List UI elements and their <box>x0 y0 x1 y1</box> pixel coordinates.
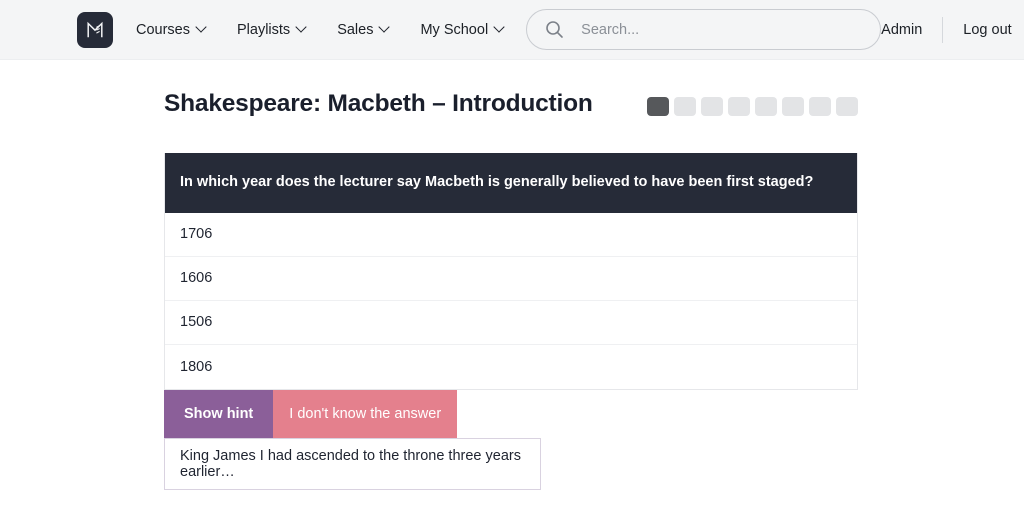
logout-link[interactable]: Log out <box>963 22 1011 38</box>
letter-m-logo-icon <box>85 20 105 40</box>
chevron-down-icon <box>380 23 389 32</box>
site-logo[interactable] <box>77 11 113 48</box>
quiz-progress-indicator <box>647 96 858 116</box>
hint-text-box: King James I had ascended to the throne … <box>164 437 541 490</box>
admin-link[interactable]: Admin <box>881 22 922 38</box>
answer-option-label: 1506 <box>180 314 213 331</box>
nav-item-my-school[interactable]: My School <box>420 14 504 46</box>
search-bar[interactable] <box>526 9 882 50</box>
page-content: Shakespeare: Macbeth – Introduction In w… <box>0 90 1024 490</box>
answer-option-label: 1706 <box>180 226 213 243</box>
search-icon <box>545 20 564 39</box>
nav-item-sales[interactable]: Sales <box>337 14 389 46</box>
answer-option[interactable]: 1806 <box>165 344 857 389</box>
nav-item-label: My School <box>420 21 489 38</box>
progress-box[interactable] <box>809 96 831 116</box>
chevron-down-icon <box>197 23 206 32</box>
page-header-row: Shakespeare: Macbeth – Introduction <box>164 90 858 118</box>
answer-option-label: 1806 <box>180 358 213 375</box>
hint-text: King James I had ascended to the throne … <box>180 447 521 480</box>
nav-item-label: Playlists <box>237 21 291 38</box>
main-nav-items: Courses Playlists Sales My School <box>136 14 504 46</box>
progress-box[interactable] <box>728 96 750 116</box>
top-navigation-bar: Courses Playlists Sales My School Admin … <box>0 0 1024 60</box>
nav-item-label: Sales <box>337 21 374 38</box>
answer-option-label: 1606 <box>180 270 213 287</box>
search-input[interactable] <box>581 21 867 38</box>
nav-item-playlists[interactable]: Playlists <box>237 14 306 46</box>
progress-box[interactable] <box>647 96 669 116</box>
show-hint-button[interactable]: Show hint <box>164 389 274 438</box>
page-title: Shakespeare: Macbeth – Introduction <box>164 90 593 117</box>
answer-option[interactable]: 1506 <box>165 300 857 345</box>
dont-know-answer-button[interactable]: I don't know the answer <box>273 389 458 438</box>
quiz-question: In which year does the lecturer say Macb… <box>165 153 857 213</box>
nav-item-courses[interactable]: Courses <box>136 14 206 46</box>
chevron-down-icon <box>297 23 306 32</box>
answer-option[interactable]: 1606 <box>165 256 857 301</box>
quiz-card: In which year does the lecturer say Macb… <box>164 153 858 390</box>
progress-box[interactable] <box>755 96 777 116</box>
progress-box[interactable] <box>701 96 723 116</box>
answer-option[interactable]: 1706 <box>165 212 857 257</box>
topbar-divider <box>942 16 944 43</box>
progress-box[interactable] <box>674 96 696 116</box>
topbar-right-actions: Admin Log out <box>881 16 1024 43</box>
progress-box[interactable] <box>836 96 858 116</box>
nav-item-label: Courses <box>136 21 190 38</box>
quiz-action-buttons: Show hint I don't know the answer <box>164 389 858 438</box>
progress-box[interactable] <box>782 96 804 116</box>
chevron-down-icon <box>495 23 504 32</box>
